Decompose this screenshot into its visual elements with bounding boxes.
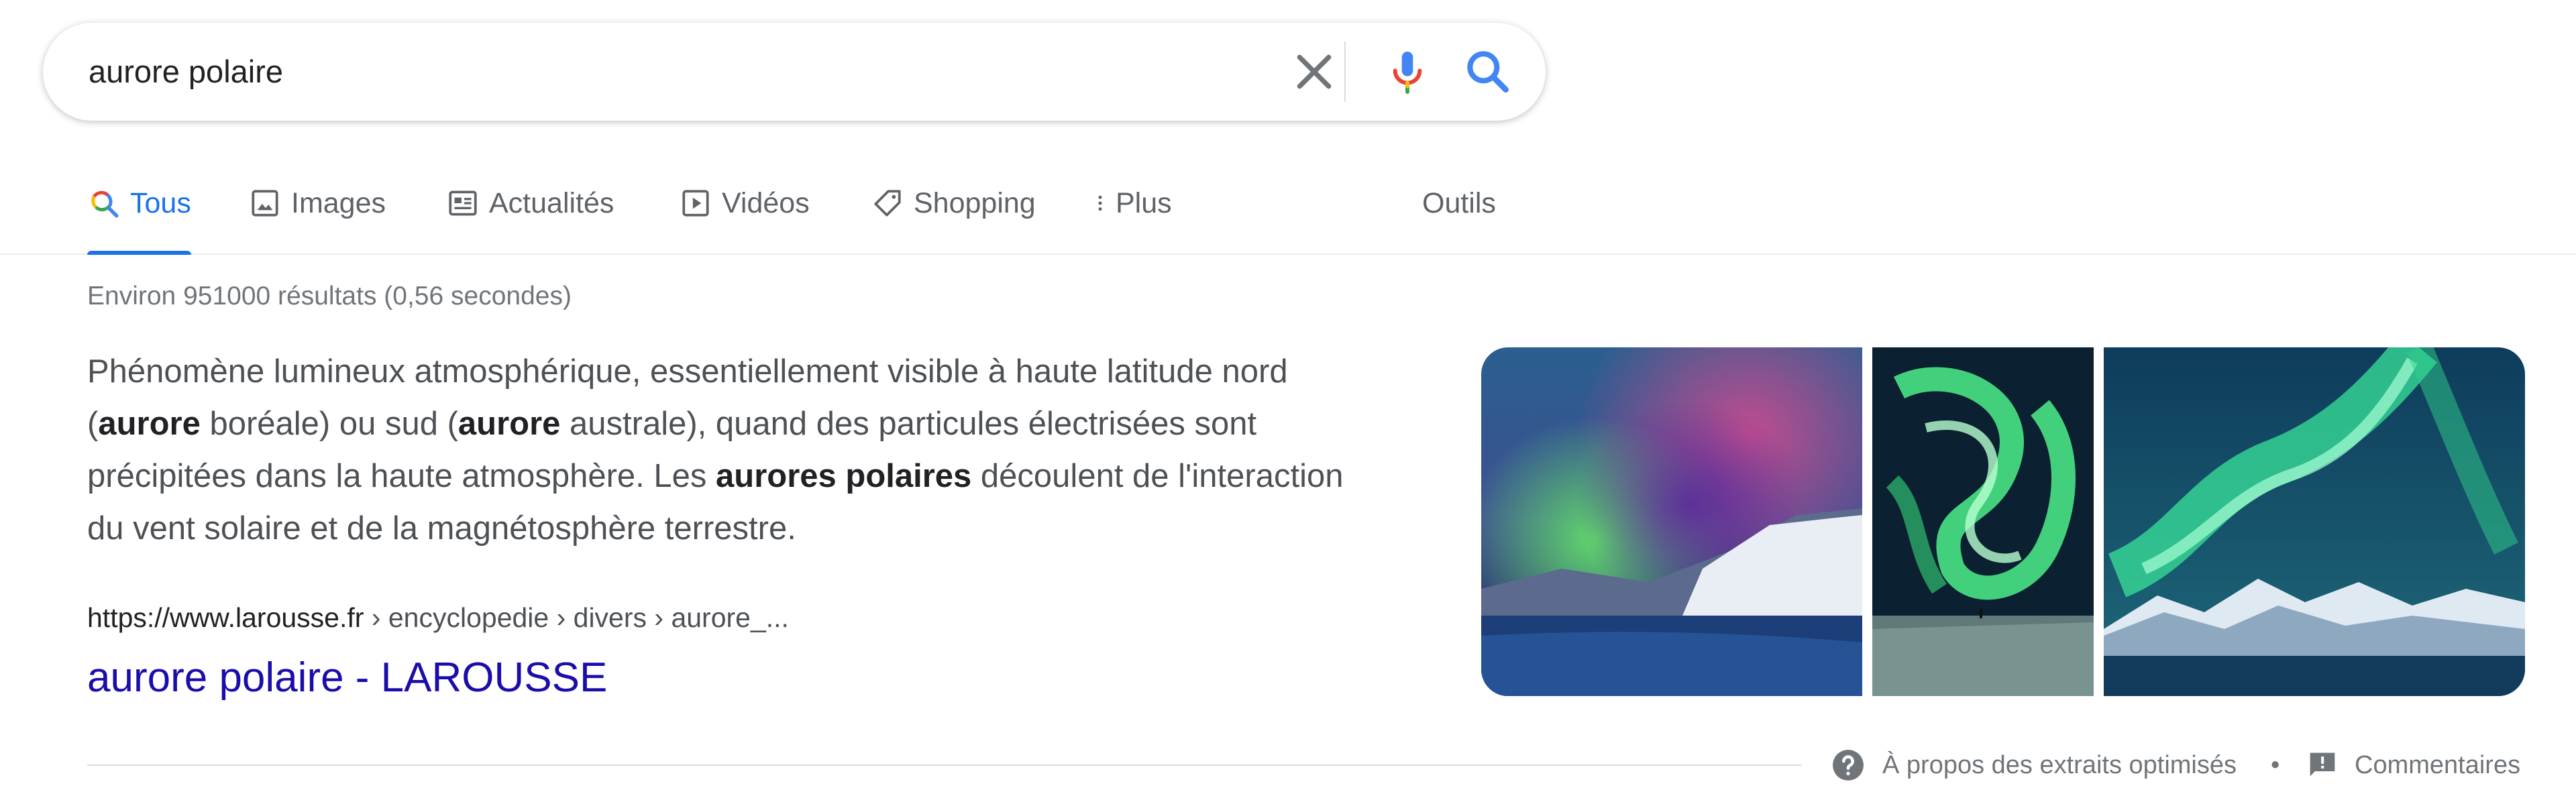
result-domain: https://www.larousse.fr bbox=[87, 602, 364, 633]
snippet-highlight: aurore bbox=[98, 406, 201, 442]
active-tab-indicator bbox=[87, 251, 191, 255]
clear-icon[interactable] bbox=[1287, 45, 1341, 99]
snippet-highlight: aurore bbox=[458, 406, 561, 442]
tab-shopping[interactable]: Shopping bbox=[871, 153, 1036, 253]
play-icon bbox=[679, 186, 712, 220]
snippet-divider bbox=[87, 764, 1802, 766]
microphone-icon[interactable] bbox=[1381, 45, 1434, 99]
tab-videos[interactable]: Vidéos bbox=[679, 153, 810, 253]
footer-separator: • bbox=[2271, 751, 2280, 779]
result-breadcrumb: https://www.larousse.fr › encyclopedie ›… bbox=[87, 602, 789, 634]
snippet-images bbox=[1481, 347, 2525, 696]
featured-snippet-text: Phénomène lumineux atmosphérique, essent… bbox=[87, 345, 1362, 555]
tab-label: Images bbox=[291, 186, 386, 219]
tab-label: Plus bbox=[1116, 186, 1172, 219]
tab-label: Vidéos bbox=[722, 186, 810, 219]
aurora-image-1[interactable] bbox=[1481, 347, 1862, 696]
search-icon[interactable] bbox=[1461, 45, 1515, 99]
feedback-icon bbox=[2308, 750, 2337, 780]
tab-label: Actualités bbox=[489, 186, 614, 219]
tag-icon bbox=[871, 186, 904, 220]
more-vert-icon bbox=[1090, 186, 1110, 220]
search-input[interactable]: aurore polaire bbox=[89, 23, 283, 121]
tab-label: Tous bbox=[130, 186, 191, 219]
snippet-highlight: aurores polaires bbox=[716, 458, 972, 494]
aurora-image-2[interactable] bbox=[1872, 347, 2094, 696]
results-stats: Environ 951000 résultats (0,56 secondes) bbox=[87, 282, 572, 310]
search-icon bbox=[87, 186, 121, 220]
search-tabs: Tous Images Actualités Vidéos Shopping P… bbox=[0, 153, 2576, 255]
feedback-label: Commentaires bbox=[2355, 750, 2521, 779]
tab-outils[interactable]: Outils bbox=[1422, 153, 1496, 253]
help-icon bbox=[1831, 748, 1865, 782]
tab-tous[interactable]: Tous bbox=[87, 153, 191, 255]
search-box[interactable]: aurore polaire bbox=[43, 23, 1546, 121]
tab-label: Shopping bbox=[914, 186, 1036, 219]
tab-actualites[interactable]: Actualités bbox=[446, 153, 614, 253]
aurora-image-3[interactable] bbox=[2104, 347, 2525, 696]
result-title-link[interactable]: aurore polaire - LAROUSSE bbox=[87, 654, 607, 701]
feedback-link[interactable]: Commentaires bbox=[2308, 748, 2520, 782]
image-icon bbox=[248, 186, 282, 220]
search-divider bbox=[1344, 42, 1346, 102]
about-snippets-link[interactable]: À propos des extraits optimisés bbox=[1831, 748, 2237, 782]
snippet-text: boréale) ou sud ( bbox=[200, 406, 458, 442]
tab-plus[interactable]: Plus bbox=[1090, 153, 1172, 253]
tab-label: Outils bbox=[1422, 186, 1496, 219]
news-icon bbox=[446, 186, 480, 220]
tab-images[interactable]: Images bbox=[248, 153, 386, 253]
about-label: À propos des extraits optimisés bbox=[1882, 750, 2237, 779]
result-path: › encyclopedie › divers › aurore_... bbox=[364, 602, 789, 633]
